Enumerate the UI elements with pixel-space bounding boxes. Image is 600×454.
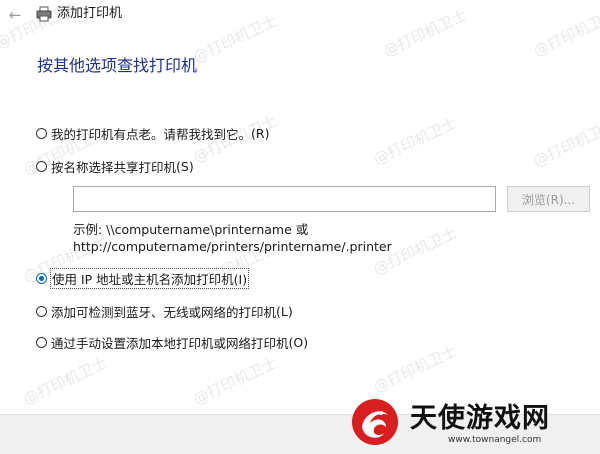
option-label: 我的打印机有点老。请帮我找到它。 (51, 126, 252, 142)
shared-printer-name-input[interactable] (73, 186, 496, 212)
example-text-line-2: http://computername/printers/printername… (73, 239, 392, 254)
watermark: @打印机卫士 (370, 113, 460, 169)
back-arrow-icon[interactable]: ← (4, 5, 26, 25)
focused-option-text: 使用 IP 地址或主机名添加打印机(I) (49, 267, 250, 289)
watermark: @打印机卫士 (530, 115, 600, 171)
radio-button[interactable] (36, 336, 47, 348)
logo-text: 天使游戏网 (410, 403, 550, 434)
option-access-key: (S) (176, 158, 194, 174)
radio-option-old-printer[interactable]: 我的打印机有点老。请帮我找到它。 (R) (36, 123, 269, 143)
logo-url: www.townangel.com (448, 435, 542, 445)
page-heading: 按其他选项查找打印机 (37, 56, 198, 75)
window-title: 添加打印机 (57, 6, 123, 21)
option-label: 通过手动设置添加本地打印机或网络打印机 (51, 335, 289, 351)
option-access-key: (O) (288, 334, 309, 350)
watermark: @打印机卫士 (20, 353, 110, 409)
example-text-line-1: 示例: \\computername\printername 或 (73, 222, 309, 237)
radio-button[interactable] (36, 127, 47, 139)
site-logo: 天使游戏网 www.townangel.com (340, 393, 595, 451)
title-bar: ← 添加打印机 (0, 0, 600, 30)
option-access-key: (L) (276, 303, 293, 319)
option-access-key: (R) (251, 125, 270, 141)
watermark: @打印机卫士 (370, 341, 460, 397)
phoenix-logo-icon (352, 399, 398, 445)
radio-option-ip-address[interactable]: 使用 IP 地址或主机名添加打印机(I) (36, 267, 250, 289)
radio-button-selected[interactable] (36, 272, 47, 284)
radio-option-shared-printer[interactable]: 按名称选择共享打印机 (S) (36, 156, 194, 176)
option-label: 添加可检测到蓝牙、无线或网络的打印机 (51, 304, 277, 320)
option-label: 使用 IP 地址或主机名添加打印机 (52, 271, 234, 287)
printer-icon (36, 6, 52, 22)
radio-option-manual-settings[interactable]: 通过手动设置添加本地打印机或网络打印机 (O) (36, 332, 308, 352)
radio-button[interactable] (36, 160, 47, 172)
option-label: 按名称选择共享打印机 (51, 159, 177, 175)
watermark: @打印机卫士 (190, 353, 280, 409)
radio-option-bluetooth-wireless[interactable]: 添加可检测到蓝牙、无线或网络的打印机 (L) (36, 301, 293, 321)
radio-button[interactable] (36, 305, 47, 317)
option-access-key: (I) (233, 271, 248, 287)
browse-button[interactable]: 浏览(R)... (507, 186, 590, 212)
